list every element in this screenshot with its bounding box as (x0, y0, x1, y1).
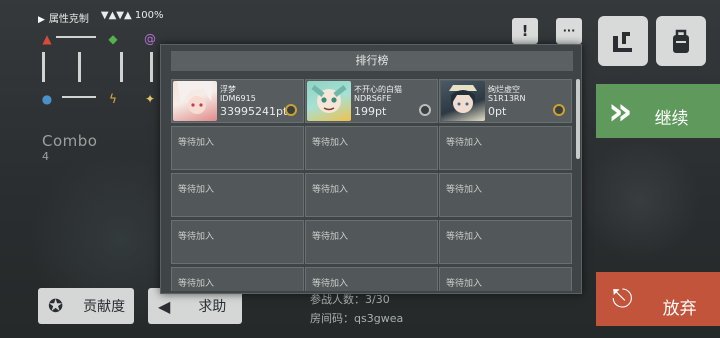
leaderboard-title: 排行榜 (171, 51, 573, 71)
waiting-slot: 等待加入 (439, 267, 572, 291)
waiting-slot: 等待加入 (439, 173, 572, 217)
waiting-slot: 等待加入 (171, 267, 304, 291)
waiting-label: 等待加入 (178, 138, 215, 148)
tools-button[interactable] (598, 16, 648, 66)
hud-bar (78, 52, 81, 82)
waiting-slot: 等待加入 (305, 267, 438, 291)
player-id: S1R13RN (488, 94, 526, 103)
medal-icon (553, 104, 565, 116)
waiting-slot: 等待加入 (171, 126, 304, 170)
player-id: IDM6915 (220, 94, 256, 103)
player-id: NDRS6FE (354, 94, 392, 103)
hud-bar (150, 52, 153, 82)
player-avatar (173, 81, 217, 121)
chevron-right-icon: » (608, 89, 633, 133)
hud-bar (42, 52, 45, 82)
backpack-icon (673, 29, 689, 53)
attribute-label: 属性克制 (48, 14, 89, 25)
hud-bar (62, 96, 96, 98)
water-icon: ● (41, 92, 53, 106)
hud-bar (56, 36, 96, 38)
signal-text: ▼▲▼▲ 100% (100, 10, 164, 21)
waiting-slot: 等待加入 (305, 173, 438, 217)
player-card[interactable]: 绚烂虚空 S1R13RN 0pt (439, 79, 572, 123)
backpack-button[interactable] (656, 16, 706, 66)
combo-value: 4 (42, 150, 49, 163)
fire-icon: ▲ (42, 32, 52, 46)
waiting-label: 等待加入 (446, 279, 483, 289)
alert-badge[interactable]: ! (512, 18, 538, 44)
exit-icon: ⎋ (612, 283, 633, 314)
waiting-label: 等待加入 (312, 232, 349, 242)
contribution-label: 贡献度 (83, 299, 126, 315)
medal-icon (419, 104, 431, 116)
player-points: 0pt (488, 105, 507, 118)
leaderboard-grid[interactable]: 浮梦 IDM6915 33995241pt 不开心的白猫 NDRS6FE 199… (171, 79, 573, 291)
give-up-button[interactable]: ⎋ 放弃 (596, 272, 720, 326)
waiting-label: 等待加入 (312, 185, 349, 195)
waiting-label: 等待加入 (312, 138, 349, 148)
spiral-icon: @ (144, 32, 156, 46)
attribute-status: ▶ 属性克制 ▼▲▼▲ 100% (38, 10, 163, 25)
contribution-button[interactable]: ✪ 贡献度 (38, 288, 134, 324)
play-icon: ▶ (38, 15, 45, 25)
star-icon: ✦ (144, 92, 156, 106)
leaderboard-modal: 排行榜 浮梦 IDM6915 33995241pt 不开心的白猫 NDRS6FE… (160, 44, 582, 294)
room-code: 房间码：qs3gwea (310, 312, 404, 325)
player-points: 33995241pt (220, 105, 288, 118)
player-avatar (307, 81, 351, 121)
leaf-icon: ◆ (108, 32, 118, 46)
chat-badge[interactable]: ··· (556, 18, 582, 44)
waiting-slot: 等待加入 (439, 220, 572, 264)
waiting-label: 等待加入 (446, 138, 483, 148)
give-up-label: 放弃 (662, 298, 697, 319)
wrench-icon (613, 32, 632, 52)
waiting-slot: 等待加入 (171, 220, 304, 264)
continue-label: 继续 (654, 108, 689, 129)
player-points: 199pt (354, 105, 387, 118)
player-card[interactable]: 不开心的白猫 NDRS6FE 199pt (305, 79, 438, 123)
waiting-label: 等待加入 (178, 185, 215, 195)
combo-label: Combo (42, 132, 98, 150)
medal-icon (285, 104, 297, 116)
continue-button[interactable]: » 继续 (596, 84, 720, 138)
medal-icon: ✪ (48, 295, 64, 317)
player-card[interactable]: 浮梦 IDM6915 33995241pt (171, 79, 304, 123)
waiting-label: 等待加入 (312, 279, 349, 289)
waiting-slot: 等待加入 (171, 173, 304, 217)
help-label: 求助 (198, 299, 227, 315)
player-avatar (441, 81, 485, 121)
waiting-label: 等待加入 (178, 279, 215, 289)
lightning-icon: ϟ (109, 92, 117, 106)
megaphone-icon: ◀ (158, 296, 171, 316)
waiting-slot: 等待加入 (439, 126, 572, 170)
waiting-label: 等待加入 (446, 232, 483, 242)
leaderboard-scrollbar[interactable] (576, 79, 580, 159)
hud-bar (120, 52, 123, 82)
waiting-slot: 等待加入 (305, 220, 438, 264)
waiting-label: 等待加入 (446, 185, 483, 195)
waiting-slot: 等待加入 (305, 126, 438, 170)
waiting-label: 等待加入 (178, 232, 215, 242)
